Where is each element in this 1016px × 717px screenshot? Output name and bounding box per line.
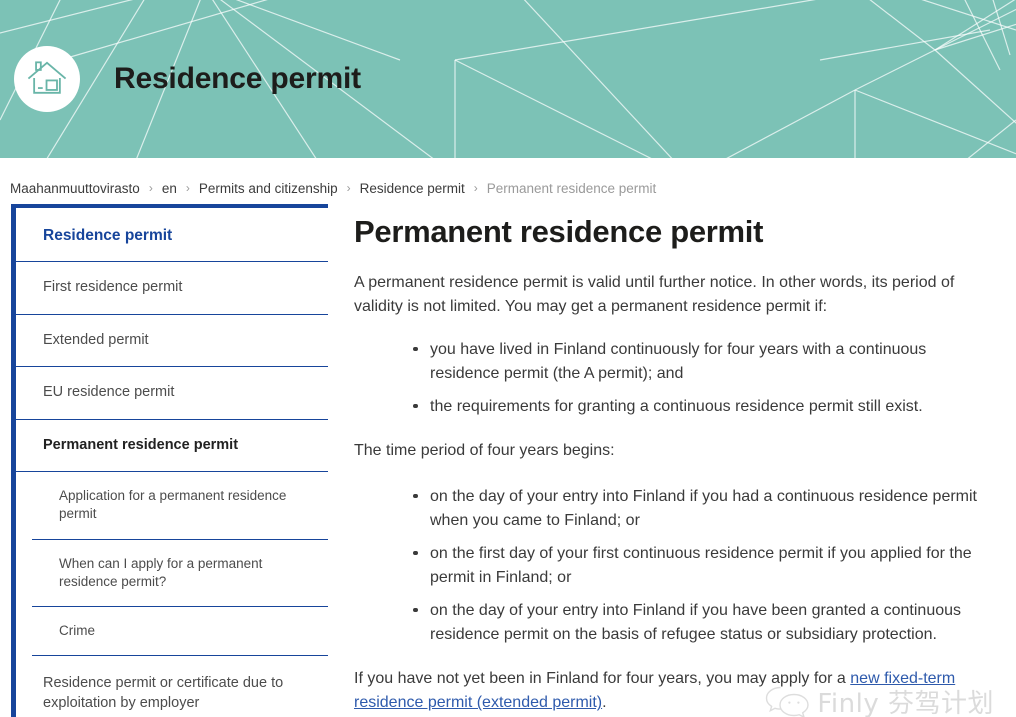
- breadcrumb-item-residence-permit[interactable]: Residence permit: [360, 181, 465, 196]
- sidebar-item-residence-permit-due-to-exploitation[interactable]: Residence permit or certificate due to e…: [16, 656, 328, 717]
- intro-paragraph: A permanent residence permit is valid un…: [354, 274, 955, 316]
- hero-banner: Residence permit: [0, 0, 1016, 158]
- house-icon: [27, 61, 67, 94]
- list-item: on the day of your entry into Finland if…: [413, 485, 992, 533]
- sidebar-item-crime[interactable]: Crime: [32, 607, 328, 657]
- breadcrumb-item-en[interactable]: en: [162, 181, 177, 196]
- list-item: the requirements for granting a continuo…: [413, 395, 992, 419]
- closing-text-prefix: If you have not yet been in Finland for …: [354, 669, 851, 687]
- page-title: Permanent residence permit: [354, 214, 764, 249]
- list-item: on the first day of your first continuou…: [413, 542, 992, 590]
- page-hero-title: Residence permit: [114, 62, 361, 95]
- sidebar-heading[interactable]: Residence permit: [16, 208, 328, 262]
- breadcrumb-separator-icon: ›: [346, 181, 351, 195]
- closing-paragraph: If you have not yet been in Finland for …: [354, 667, 992, 716]
- sidebar-item-eu-residence-permit[interactable]: EU residence permit: [16, 367, 328, 420]
- sidebar-item-when-can-i-apply[interactable]: When can I apply for a permanent residen…: [32, 540, 328, 608]
- sidebar-item-application-for-a-permanent-residence-permit[interactable]: Application for a permanent residence pe…: [32, 472, 328, 540]
- intro-bullet-list: you have lived in Finland continuously f…: [354, 338, 992, 419]
- page-layout: Residence permit First residence permit …: [0, 204, 1016, 717]
- main-content: Permanent residence permit A permanent r…: [328, 204, 1016, 717]
- list-item: you have lived in Finland continuously f…: [413, 338, 992, 386]
- sidebar-subnav: Application for a permanent residence pe…: [32, 472, 328, 657]
- breadcrumb-item-permits-and-citizenship[interactable]: Permits and citizenship: [199, 181, 338, 196]
- sidebar-navigation: Residence permit First residence permit …: [11, 204, 328, 717]
- period-lead-paragraph: The time period of four years begins:: [354, 441, 615, 459]
- breadcrumb-separator-icon: ›: [185, 181, 190, 195]
- hero-icon-badge: [14, 46, 80, 112]
- sidebar-item-first-residence-permit[interactable]: First residence permit: [16, 262, 328, 315]
- breadcrumb-item-permanent-residence-permit: Permanent residence permit: [486, 180, 657, 196]
- sidebar-item-extended-permit[interactable]: Extended permit: [16, 315, 328, 368]
- breadcrumb-separator-icon: ›: [148, 181, 153, 195]
- breadcrumb: Maahanmuuttovirasto › en › Permits and c…: [0, 158, 1016, 204]
- closing-text-suffix: .: [602, 694, 607, 712]
- sidebar-item-permanent-residence-permit[interactable]: Permanent residence permit: [16, 420, 328, 473]
- breadcrumb-item-maahanmuuttovirasto[interactable]: Maahanmuuttovirasto: [10, 181, 140, 196]
- period-bullet-list: on the day of your entry into Finland if…: [354, 485, 992, 647]
- list-item: on the day of your entry into Finland if…: [413, 599, 992, 647]
- breadcrumb-separator-icon: ›: [473, 181, 478, 195]
